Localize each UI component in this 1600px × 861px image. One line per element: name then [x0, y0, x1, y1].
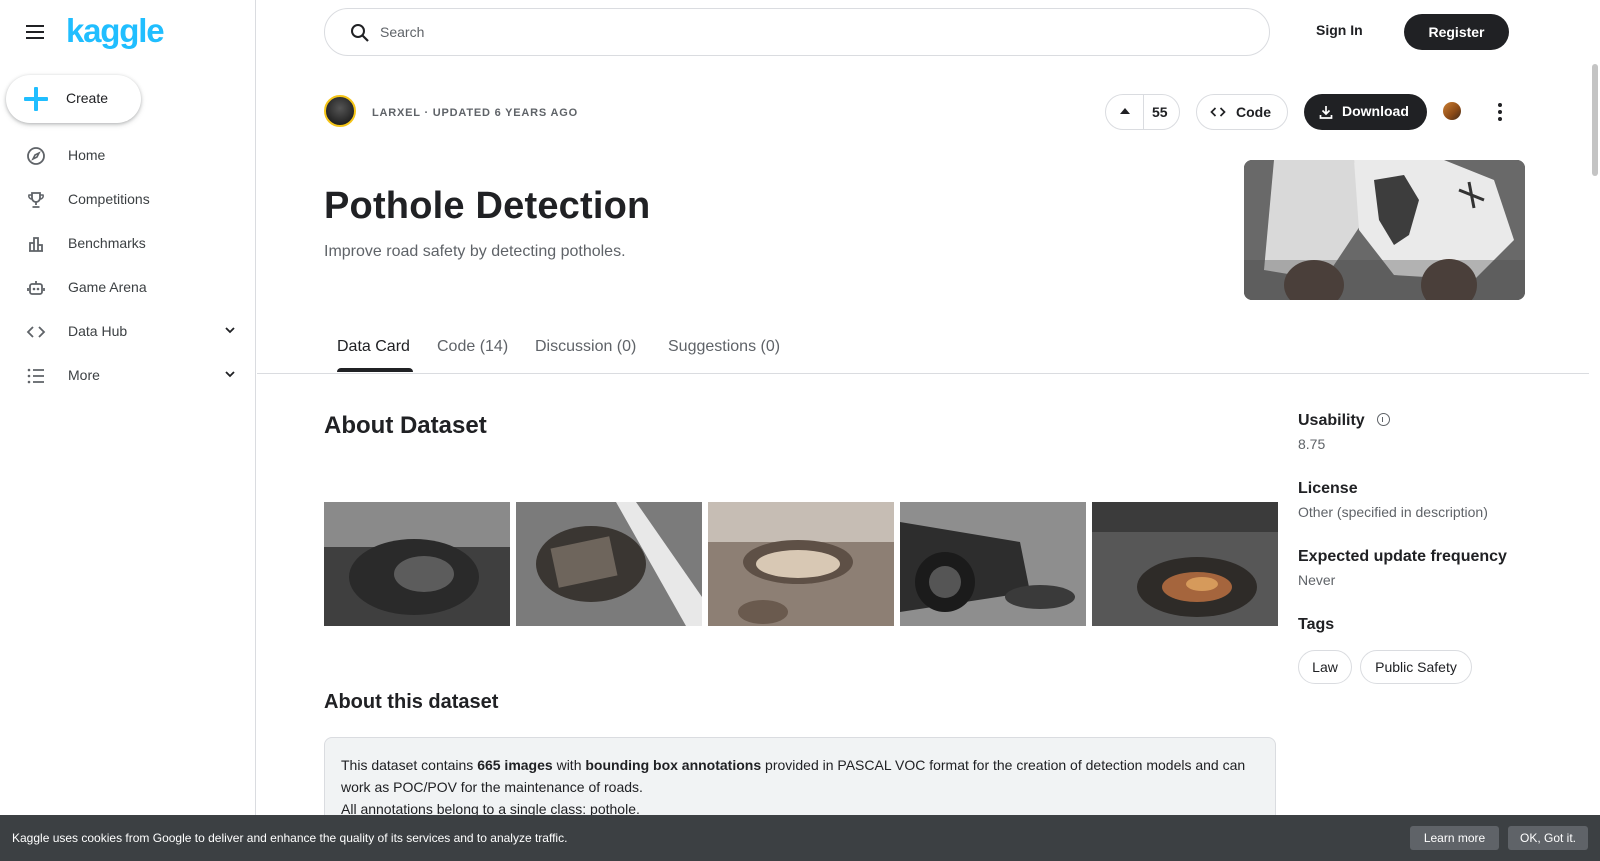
tag-public-safety[interactable]: Public Safety: [1360, 650, 1472, 684]
update-frequency-value: Never: [1298, 572, 1336, 588]
vote-count: 55: [1152, 104, 1168, 120]
kaggle-logo[interactable]: kaggle: [66, 12, 165, 50]
register-button[interactable]: Register: [1404, 14, 1509, 50]
code-icon: [26, 326, 46, 338]
sidebar-item-label: Competitions: [68, 191, 150, 207]
usability-label: Usability: [1298, 412, 1365, 429]
sidebar-item-data-hub[interactable]: Data Hub: [0, 310, 256, 354]
ok-got-it-button[interactable]: OK, Got it.: [1508, 826, 1588, 850]
upvote-button[interactable]: 55: [1105, 94, 1180, 130]
upvote-arrow-icon[interactable]: [1106, 95, 1144, 129]
more-options-icon[interactable]: [1492, 100, 1508, 124]
desc-text: with: [552, 757, 586, 773]
sidebar: kaggle Create Home Competitions Benchmar…: [0, 0, 256, 861]
gallery-image[interactable]: [900, 502, 1086, 626]
download-button[interactable]: Download: [1304, 94, 1427, 130]
list-icon: [27, 368, 44, 384]
bronze-medal-icon: [1443, 102, 1461, 120]
tab-data-card[interactable]: Data Card: [337, 338, 410, 356]
about-this-dataset-heading: About this dataset: [324, 691, 499, 713]
compass-icon: [27, 147, 45, 165]
search-icon: [351, 24, 369, 42]
tab-bar: Data Card Code (14) Discussion (0) Sugge…: [257, 330, 1589, 374]
sidebar-item-label: More: [68, 367, 100, 383]
desc-bold-text: bounding box annotations: [585, 757, 762, 773]
menu-icon[interactable]: [24, 22, 48, 42]
sidebar-item-home[interactable]: Home: [0, 134, 256, 178]
gallery-image[interactable]: [324, 502, 510, 626]
license-label: License: [1298, 480, 1358, 497]
sidebar-item-more[interactable]: More: [0, 354, 256, 398]
sidebar-item-label: Data Hub: [68, 323, 128, 339]
code-button-label: Code: [1236, 104, 1271, 120]
dataset-meta: LARXEL · UPDATED 6 YEARS AGO: [372, 107, 578, 119]
info-icon[interactable]: [1377, 413, 1390, 426]
download-icon: [1319, 106, 1333, 119]
gallery-image[interactable]: [708, 502, 894, 626]
gallery-image[interactable]: [1092, 502, 1278, 626]
tab-discussion[interactable]: Discussion (0): [535, 338, 636, 356]
learn-more-button[interactable]: Learn more: [1410, 826, 1499, 850]
sidebar-item-game-arena[interactable]: Game Arena: [0, 266, 256, 310]
trophy-icon: [28, 192, 44, 208]
cookie-banner: Kaggle uses cookies from Google to deliv…: [0, 815, 1600, 861]
plus-icon: [24, 87, 48, 111]
bar-chart-icon: [29, 237, 43, 252]
create-button[interactable]: Create: [6, 75, 141, 123]
desc-bold-text: 665 images: [477, 757, 553, 773]
sidebar-item-label: Benchmarks: [68, 235, 146, 251]
robot-icon: [27, 281, 45, 295]
sidebar-item-label: Game Arena: [68, 279, 147, 295]
avatar[interactable]: [324, 95, 356, 127]
sign-in-button[interactable]: Sign In: [1316, 22, 1363, 38]
tags-label: Tags: [1298, 616, 1335, 633]
code-button[interactable]: Code: [1196, 94, 1288, 130]
download-button-label: Download: [1342, 103, 1409, 119]
chevron-down-icon[interactable]: [222, 322, 238, 338]
license-value: Other (specified in description): [1298, 504, 1488, 520]
tab-suggestions[interactable]: Suggestions (0): [668, 338, 780, 356]
search-placeholder: Search: [380, 24, 425, 40]
sidebar-item-competitions[interactable]: Competitions: [0, 178, 256, 222]
page-subtitle: Improve road safety by detecting pothole…: [324, 243, 626, 260]
cookie-text: Kaggle uses cookies from Google to deliv…: [12, 831, 568, 845]
search-input[interactable]: Search: [324, 8, 1270, 56]
scrollbar[interactable]: [1592, 64, 1598, 176]
tag-law[interactable]: Law: [1298, 650, 1352, 684]
create-label: Create: [66, 90, 109, 106]
image-gallery: [324, 502, 1278, 626]
usability-value: 8.75: [1298, 436, 1326, 452]
code-icon: [1210, 107, 1226, 117]
tab-code[interactable]: Code (14): [437, 338, 508, 356]
active-tab-indicator: [337, 368, 413, 372]
desc-text: This dataset contains: [341, 757, 478, 773]
sidebar-item-label: Home: [68, 147, 106, 163]
sidebar-item-benchmarks[interactable]: Benchmarks: [0, 222, 256, 266]
chevron-down-icon[interactable]: [222, 366, 238, 382]
page-title: Pothole Detection: [324, 185, 651, 227]
dataset-cover-image: [1244, 160, 1525, 300]
about-dataset-heading: About Dataset: [324, 412, 487, 439]
gallery-image[interactable]: [516, 502, 702, 626]
update-frequency-label: Expected update frequency: [1298, 548, 1507, 565]
